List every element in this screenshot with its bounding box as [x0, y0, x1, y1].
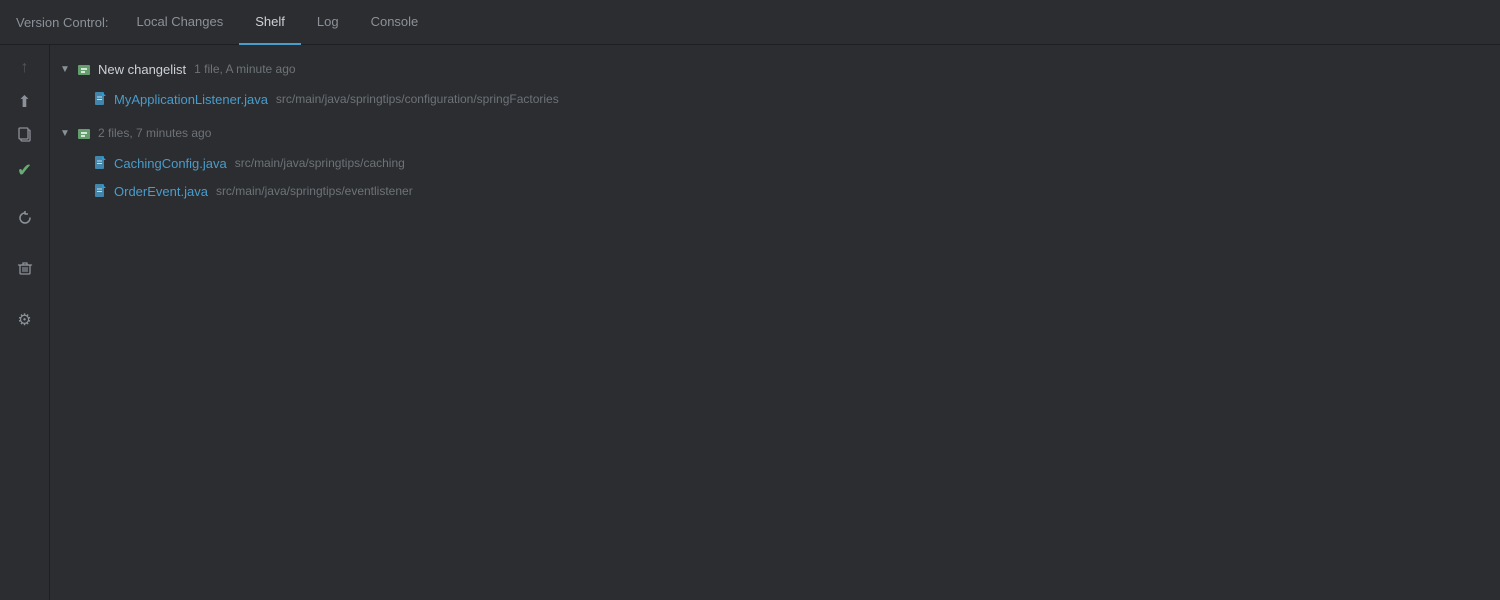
- file-name-3: OrderEvent.java: [114, 184, 208, 199]
- version-control-label: Version Control:: [8, 15, 117, 30]
- file-name-1: MyApplicationListener.java: [114, 92, 268, 107]
- file-icon-1: [94, 91, 108, 108]
- refresh-icon: [17, 210, 33, 231]
- file-icon-3: [94, 183, 108, 200]
- file-name-2: CachingConfig.java: [114, 156, 227, 171]
- chevron-icon-1: ▼: [58, 64, 72, 75]
- file-path-3: src/main/java/springtips/eventlistener: [216, 184, 413, 198]
- changelist-icon-2: [76, 124, 92, 141]
- settings-icon: ⚙: [17, 310, 31, 330]
- tab-bar: Version Control: Local Changes Shelf Log…: [0, 0, 1500, 45]
- changelist-group-2: ▼ 2 files, 7 minutes ago: [50, 117, 1500, 205]
- changelist-group-1: ▼ New changelist 1 file, A minute ago: [50, 53, 1500, 113]
- move-up-button[interactable]: ↑: [10, 53, 40, 83]
- changelist-header-1[interactable]: ▼ New changelist 1 file, A minute ago: [50, 53, 1500, 85]
- delete-icon: [17, 260, 33, 281]
- file-item-2[interactable]: CachingConfig.java src/main/java/springt…: [86, 149, 1500, 177]
- commit-icon: ⬆: [18, 92, 31, 112]
- changelist-icon-1: [76, 60, 92, 77]
- changelist-meta-2: 2 files, 7 minutes ago: [98, 126, 211, 140]
- content-area: ↑ ⬆ ✔: [0, 45, 1500, 600]
- settings-button[interactable]: ⚙: [10, 305, 40, 335]
- tab-console[interactable]: Console: [355, 0, 435, 45]
- chevron-icon-2: ▼: [58, 128, 72, 139]
- tab-local-changes[interactable]: Local Changes: [121, 0, 240, 45]
- file-list-2: CachingConfig.java src/main/java/springt…: [50, 149, 1500, 205]
- changelist-meta-1: 1 file, A minute ago: [194, 62, 295, 76]
- file-item-3[interactable]: OrderEvent.java src/main/java/springtips…: [86, 177, 1500, 205]
- changelist-header-2[interactable]: ▼ 2 files, 7 minutes ago: [50, 117, 1500, 149]
- file-icon-2: [94, 155, 108, 172]
- file-tree: ▼ New changelist 1 file, A minute ago: [50, 45, 1500, 600]
- tab-log[interactable]: Log: [301, 0, 355, 45]
- delete-button[interactable]: [10, 255, 40, 285]
- file-path-2: src/main/java/springtips/caching: [235, 156, 405, 170]
- check-button[interactable]: ✔: [10, 155, 40, 185]
- refresh-button[interactable]: [10, 205, 40, 235]
- file-path-1: src/main/java/springtips/configuration/s…: [276, 92, 559, 106]
- file-item-1[interactable]: MyApplicationListener.java src/main/java…: [86, 85, 1500, 113]
- file-list-1: MyApplicationListener.java src/main/java…: [50, 85, 1500, 113]
- copy-button[interactable]: [10, 121, 40, 151]
- changelist-name-1: New changelist: [98, 62, 186, 77]
- commit-button[interactable]: ⬆: [10, 87, 40, 117]
- tab-shelf[interactable]: Shelf: [239, 0, 301, 45]
- sidebar-toolbar: ↑ ⬆ ✔: [0, 45, 50, 600]
- move-up-icon: ↑: [21, 59, 29, 77]
- check-icon: ✔: [17, 160, 32, 181]
- copy-icon: [17, 126, 33, 147]
